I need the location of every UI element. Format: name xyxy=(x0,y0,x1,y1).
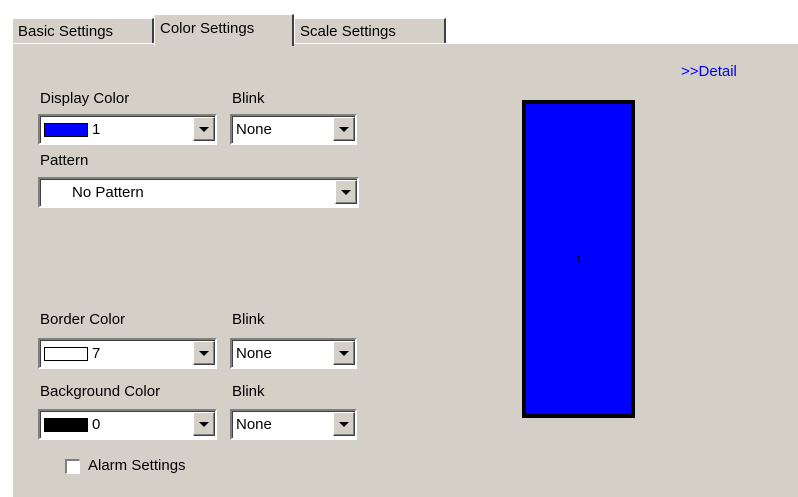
tab-color-settings[interactable]: Color Settings xyxy=(154,14,294,46)
pattern-dropdown-button[interactable] xyxy=(335,180,357,204)
border-color-label: Border Color xyxy=(40,311,126,328)
border-color-swatch xyxy=(44,347,88,362)
background-color-label: Background Color xyxy=(40,383,161,400)
border-color-value: 7 xyxy=(92,345,101,362)
pattern-label: Pattern xyxy=(40,152,89,169)
tab-basic-settings[interactable]: Basic Settings xyxy=(12,18,154,44)
preview-center-text: 1 xyxy=(575,254,581,264)
background-color-value: 0 xyxy=(92,416,101,433)
alarm-settings-checkbox[interactable] xyxy=(65,459,80,474)
border-color-dropdown-button[interactable] xyxy=(193,341,215,365)
tab-basic-settings-label: Basic Settings xyxy=(18,23,114,40)
pattern-select[interactable]: No Pattern xyxy=(38,177,359,208)
tab-color-settings-label: Color Settings xyxy=(160,20,255,37)
display-blink-value: None xyxy=(236,121,272,138)
display-color-select[interactable]: 1 xyxy=(38,114,217,145)
tab-scale-settings[interactable]: Scale Settings xyxy=(294,18,446,44)
border-blink-label: Blink xyxy=(232,311,265,328)
background-color-dropdown-button[interactable] xyxy=(193,412,215,436)
detail-link[interactable]: >>Detail xyxy=(681,63,737,80)
display-color-dropdown-button[interactable] xyxy=(193,117,215,141)
border-blink-value: None xyxy=(236,345,272,362)
display-color-label: Display Color xyxy=(40,90,130,107)
display-color-swatch xyxy=(44,123,88,138)
display-blink-dropdown-button[interactable] xyxy=(333,117,355,141)
display-color-value: 1 xyxy=(92,121,101,138)
pattern-value: No Pattern xyxy=(72,184,144,201)
display-blink-select[interactable]: None xyxy=(230,114,357,145)
tab-strip: Basic Settings Color Settings Scale Sett… xyxy=(12,14,798,46)
background-blink-label: Blink xyxy=(232,383,265,400)
background-color-select[interactable]: 0 xyxy=(38,409,217,440)
background-blink-select[interactable]: None xyxy=(230,409,357,440)
display-blink-label: Blink xyxy=(232,90,265,107)
border-blink-select[interactable]: None xyxy=(230,338,357,369)
alarm-settings-label[interactable]: Alarm Settings xyxy=(88,457,186,474)
tab-scale-settings-label: Scale Settings xyxy=(300,23,396,40)
border-blink-dropdown-button[interactable] xyxy=(333,341,355,365)
background-color-swatch xyxy=(44,418,88,433)
background-blink-dropdown-button[interactable] xyxy=(333,412,355,436)
border-color-select[interactable]: 7 xyxy=(38,338,217,369)
background-blink-value: None xyxy=(236,416,272,433)
color-preview: 1 xyxy=(522,100,635,418)
